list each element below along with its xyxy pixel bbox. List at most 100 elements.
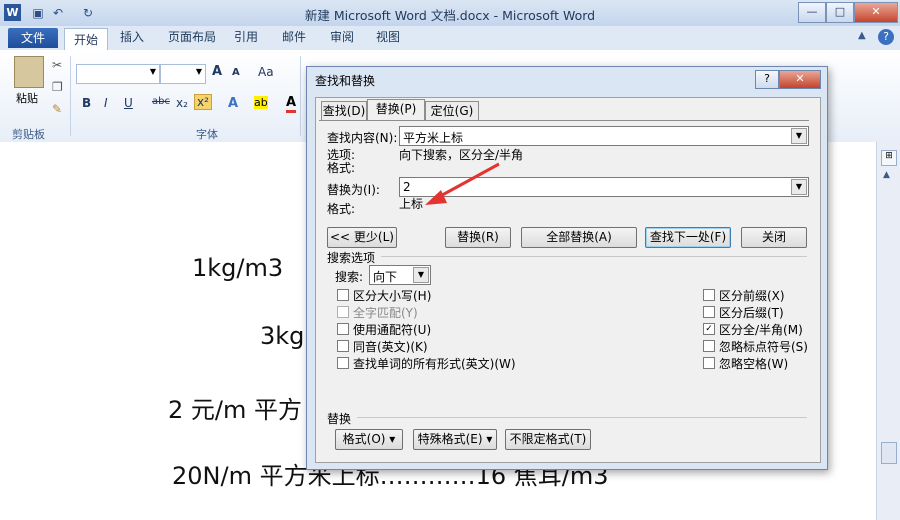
checkbox-label: 区分全/半角(M)	[719, 323, 803, 337]
tab-home[interactable]: 开始	[64, 28, 108, 51]
maximize-button[interactable]: □	[826, 2, 854, 23]
highlight-icon[interactable]: ab	[254, 96, 268, 109]
checkbox-label: 同音(英文)(K)	[353, 340, 428, 354]
cut-icon[interactable]: ✂	[52, 58, 62, 72]
dialog-title: 查找和替换	[315, 74, 376, 88]
chevron-down-icon[interactable]: ▼	[791, 179, 807, 195]
tab-mailings[interactable]: 邮件	[282, 26, 306, 48]
section-divider	[357, 417, 807, 418]
replace-format-label: 格式:	[327, 202, 356, 216]
checkbox[interactable]	[703, 289, 715, 301]
annotation-arrow-icon	[425, 162, 500, 205]
search-direction-value: 向下	[373, 270, 398, 284]
group-divider	[300, 56, 301, 136]
section-divider	[381, 256, 807, 257]
search-options-label: 搜索选项	[327, 251, 376, 265]
replace-input-value: 2	[403, 180, 411, 194]
replace-label: 替换为(I):	[327, 183, 380, 197]
checkbox-label: 使用通配符(U)	[353, 323, 432, 337]
vertical-scrollbar[interactable]: ⊞ ▲	[876, 142, 900, 520]
font-group-label: 字体	[196, 128, 218, 141]
checkbox[interactable]	[337, 340, 349, 352]
checkbox-label: 忽略空格(W)	[719, 357, 789, 371]
checkbox[interactable]	[337, 289, 349, 301]
checkbox-label: 全字匹配(Y)	[353, 306, 418, 320]
ruler-toggle-icon[interactable]: ⊞	[881, 150, 897, 166]
tab-review[interactable]: 审阅	[330, 26, 354, 48]
font-name-combo[interactable]: ▼	[76, 64, 160, 84]
dialog-close-button[interactable]: ✕	[779, 70, 821, 89]
search-direction-select[interactable]: 向下 ▼	[369, 265, 431, 285]
replace-all-button[interactable]: 全部替换(A)	[521, 227, 637, 248]
find-input[interactable]: 平方米上标 ▼	[399, 126, 809, 146]
chevron-down-icon[interactable]: ▼	[791, 128, 807, 144]
doc-line[interactable]: 2 元/m 平方	[168, 390, 302, 425]
checkbox	[337, 306, 349, 318]
shrink-font-button[interactable]: A	[232, 67, 240, 78]
strikethrough-button[interactable]: abc	[152, 96, 170, 107]
tab-view[interactable]: 视图	[376, 26, 400, 48]
checkbox[interactable]: ✓	[703, 323, 715, 335]
tab-find[interactable]: 查找(D)	[321, 101, 367, 120]
checkbox[interactable]	[337, 357, 349, 369]
find-next-button[interactable]: 查找下一处(F)	[645, 227, 731, 248]
dialog-help-button[interactable]: ?	[755, 70, 779, 89]
bold-button[interactable]: B	[82, 96, 91, 110]
checkbox[interactable]	[703, 340, 715, 352]
text-effects-icon[interactable]: A	[228, 96, 238, 111]
italic-button[interactable]: I	[104, 96, 108, 110]
scroll-up-icon[interactable]: ▲	[883, 170, 890, 180]
close-window-button[interactable]: ✕	[854, 2, 898, 23]
tab-divider	[319, 120, 809, 121]
checkbox-label: 查找单词的所有形式(英文)(W)	[353, 357, 516, 371]
find-label: 查找内容(N):	[327, 131, 398, 145]
paste-icon[interactable]	[14, 56, 44, 88]
checkbox-label: 区分后缀(T)	[719, 306, 784, 320]
paste-label[interactable]: 粘贴	[16, 90, 38, 106]
tab-insert[interactable]: 插入	[120, 26, 144, 48]
minimize-button[interactable]: —	[798, 2, 826, 23]
font-size-combo[interactable]: ▼	[160, 64, 206, 84]
doc-line[interactable]: 1kg/m3	[192, 254, 283, 282]
clipboard-group-label: 剪贴板	[12, 128, 45, 141]
checkbox[interactable]	[703, 306, 715, 318]
chevron-down-icon: ▼	[149, 67, 156, 76]
window-title: 新建 Microsoft Word 文档.docx - Microsoft Wo…	[304, 8, 596, 23]
format-painter-icon[interactable]: ✎	[52, 102, 62, 116]
find-replace-dialog: 查找和替换 ? ✕ 查找(D) 替换(P) 定位(G) 查找内容(N): 平方米…	[306, 66, 828, 470]
format-menu-button[interactable]: 格式(O) ▾	[335, 429, 403, 450]
help-icon[interactable]: ?	[878, 29, 894, 45]
subscript-button[interactable]: x₂	[176, 96, 188, 110]
replace-section-label: 替换	[327, 412, 352, 426]
tab-replace[interactable]: 替换(P)	[367, 99, 425, 121]
checkbox[interactable]	[337, 323, 349, 335]
change-case-button[interactable]: Aa	[258, 65, 274, 79]
checkbox-label: 区分前缀(X)	[719, 289, 785, 303]
checkbox[interactable]	[703, 357, 715, 369]
search-direction-label: 搜索:	[335, 270, 364, 284]
tab-file[interactable]: 文件	[8, 28, 58, 48]
find-format-label: 格式:	[327, 161, 356, 175]
ribbon-tabs: 文件 开始 插入 页面布局 引用 邮件 审阅 视图 ▲ ?	[0, 26, 900, 51]
replace-button[interactable]: 替换(R)	[445, 227, 511, 248]
less-button[interactable]: << 更少(L)	[327, 227, 397, 248]
doc-line[interactable]: 3kg	[260, 322, 304, 350]
checkbox-label: 忽略标点符号(S)	[719, 340, 808, 354]
group-divider	[70, 56, 71, 136]
tab-page-layout[interactable]: 页面布局	[168, 26, 216, 48]
find-input-value: 平方米上标	[403, 131, 464, 145]
grow-font-button[interactable]: A	[212, 64, 222, 79]
copy-icon[interactable]: ❐	[52, 80, 63, 94]
chevron-down-icon[interactable]: ▼	[413, 267, 429, 283]
minimize-ribbon-icon[interactable]: ▲	[858, 30, 872, 44]
scroll-thumb[interactable]	[881, 442, 897, 464]
font-color-icon[interactable]: A	[286, 95, 297, 113]
underline-button[interactable]: U	[124, 96, 133, 110]
tab-goto[interactable]: 定位(G)	[425, 101, 479, 120]
special-format-button[interactable]: 特殊格式(E) ▾	[413, 429, 497, 450]
tab-references[interactable]: 引用	[234, 26, 258, 48]
superscript-button[interactable]: x²	[194, 94, 212, 110]
title-bar: W ▣ ↶ ↻ 新建 Microsoft Word 文档.docx - Micr…	[0, 0, 900, 27]
close-dialog-button[interactable]: 关闭	[741, 227, 807, 248]
no-formatting-button[interactable]: 不限定格式(T)	[505, 429, 591, 450]
